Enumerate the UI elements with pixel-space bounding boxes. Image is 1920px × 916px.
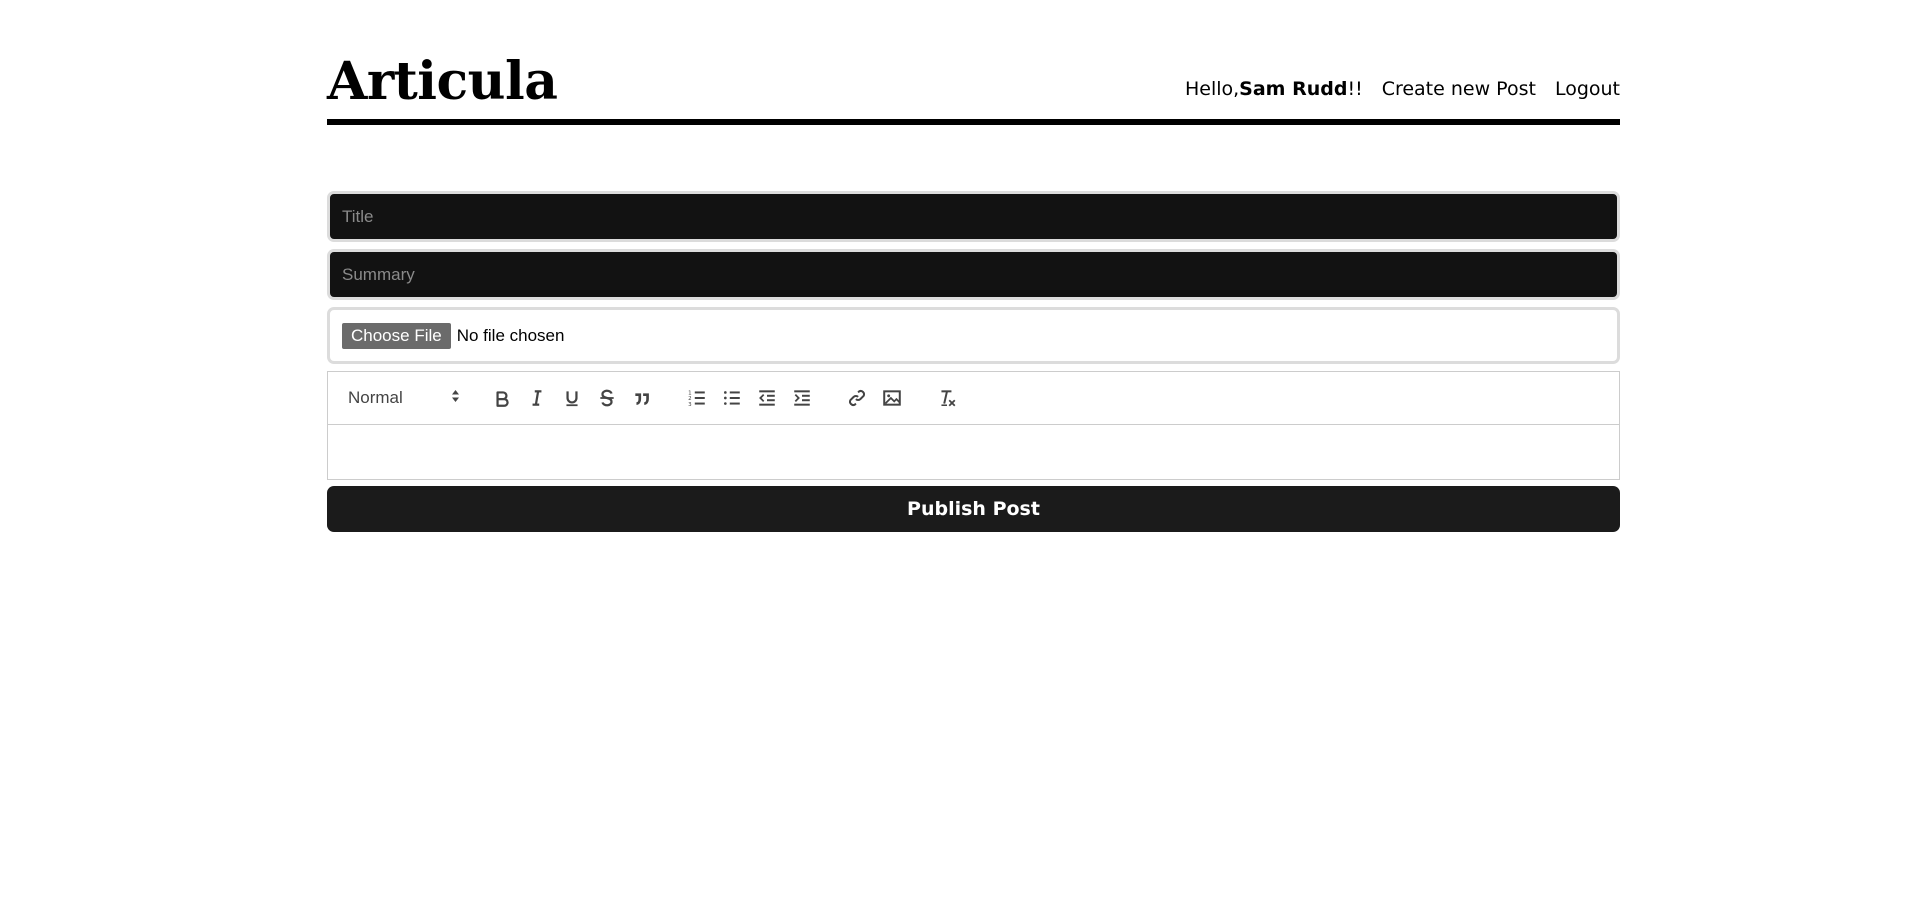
quote-icon[interactable]	[624, 384, 659, 412]
list-group: 123	[679, 384, 819, 412]
indent-icon[interactable]	[784, 384, 819, 412]
top-nav: Hello, Sam Rudd!! Create new Post Logout	[1185, 77, 1620, 101]
file-upload-field: Choose File No file chosen	[327, 307, 1620, 364]
bold-icon[interactable]	[484, 384, 519, 412]
select-arrows-icon	[451, 388, 460, 408]
insert-group	[839, 384, 909, 412]
image-icon[interactable]	[874, 384, 909, 412]
site-header: Articula Hello, Sam Rudd!! Create new Pos…	[327, 0, 1620, 125]
link-icon[interactable]	[839, 384, 874, 412]
user-greeting: Hello, Sam Rudd!!	[1185, 77, 1363, 101]
page-container: Articula Hello, Sam Rudd!! Create new Pos…	[327, 0, 1620, 532]
publish-post-button[interactable]: Publish Post	[327, 486, 1620, 532]
create-post-link[interactable]: Create new Post	[1382, 77, 1536, 101]
outdent-icon[interactable]	[749, 384, 784, 412]
username: Sam Rudd	[1239, 78, 1348, 100]
strikethrough-icon[interactable]	[589, 384, 624, 412]
clear-format-icon[interactable]	[929, 384, 964, 412]
format-group	[484, 384, 659, 412]
greeting-suffix: !!	[1347, 78, 1363, 100]
rich-text-editor: Normal 1 2 3	[327, 371, 1620, 480]
site-logo[interactable]: Articula	[327, 56, 558, 108]
bullet-list-icon[interactable]	[714, 384, 749, 412]
file-status: No file chosen	[456, 325, 565, 345]
underline-icon[interactable]	[554, 384, 589, 412]
clean-group	[929, 384, 964, 412]
header-format-select[interactable]: Normal	[348, 388, 460, 408]
ordered-list-icon[interactable]: 123	[679, 384, 714, 412]
svg-text:3: 3	[688, 402, 692, 408]
editor-toolbar: Normal 1 2 3	[328, 372, 1619, 425]
summary-input[interactable]	[327, 249, 1620, 300]
greeting-prefix: Hello,	[1184, 78, 1240, 100]
logout-link[interactable]: Logout	[1555, 77, 1620, 101]
italic-icon[interactable]	[519, 384, 554, 412]
editor-content[interactable]	[328, 425, 1619, 479]
create-post-form: Choose File No file chosen Normal	[327, 191, 1620, 532]
title-input[interactable]	[327, 191, 1620, 242]
header-format-value: Normal	[348, 388, 403, 407]
choose-file-button[interactable]: Choose File	[342, 322, 451, 349]
